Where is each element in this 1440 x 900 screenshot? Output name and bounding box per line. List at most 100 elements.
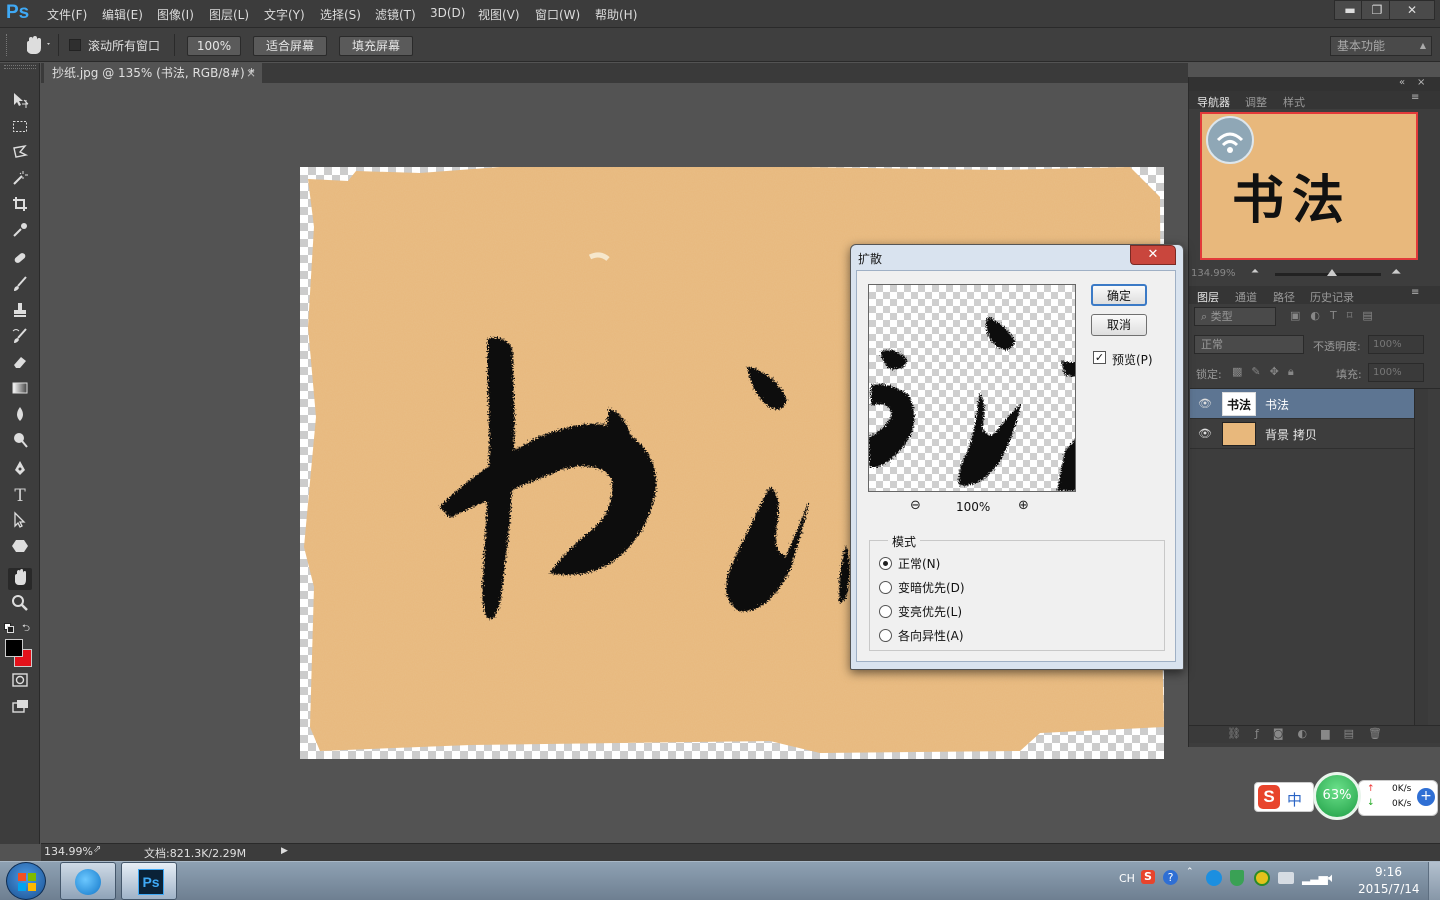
layer-actions-icons[interactable]: ⛓ƒ◙◐▆▤🗑︎ <box>1227 727 1396 740</box>
tray-signal-icon[interactable]: ▂▃▅ <box>1302 871 1328 885</box>
tab-channels[interactable]: 通道 <box>1235 289 1257 305</box>
fill-screen-button[interactable]: 填充屏幕 <box>339 36 413 56</box>
preview-checkbox[interactable]: ✓ <box>1093 351 1106 364</box>
plus-icon[interactable]: + <box>1417 788 1435 806</box>
navigator-thumbnail[interactable]: 书法 <box>1200 112 1418 260</box>
tray-volume-icon[interactable]: 🔈︎ <box>1328 871 1336 886</box>
ime-lang[interactable]: 中 <box>1287 789 1302 810</box>
cancel-button[interactable]: 取消 <box>1091 314 1147 336</box>
navigator-zoom-thumb[interactable] <box>1327 269 1337 276</box>
menu-edit[interactable]: 编辑(E) <box>102 6 143 23</box>
close-window-button[interactable]: ✕ <box>1389 0 1435 20</box>
menu-layer[interactable]: 图层(L) <box>209 6 249 23</box>
tray-date[interactable]: 2015/7/14 <box>1358 882 1420 896</box>
layer-row-background-copy[interactable]: 👁︎ 背景 拷贝 <box>1190 419 1414 449</box>
swap-colors-icon[interactable]: ⮌ <box>22 621 34 634</box>
tool-preset-picker[interactable] <box>22 34 52 56</box>
dodge-tool-icon[interactable] <box>8 431 32 453</box>
menu-window[interactable]: 窗口(W) <box>535 6 580 23</box>
tab-layers[interactable]: 图层 <box>1197 289 1219 305</box>
menu-select[interactable]: 选择(S) <box>320 6 361 23</box>
layer-filter-select[interactable]: ⌕ 类型 <box>1194 307 1276 326</box>
tray-help-icon[interactable]: ? <box>1163 870 1178 885</box>
tools-grip[interactable] <box>4 65 36 69</box>
close-dock-icon[interactable]: × <box>1417 77 1425 88</box>
export-icon[interactable]: ⇗ <box>93 844 101 855</box>
radio-button[interactable] <box>879 605 892 618</box>
zoom-tool-icon[interactable] <box>8 594 32 616</box>
zoom-in-mountain-icon[interactable]: ⏶ <box>1391 265 1401 280</box>
dialog-close-button[interactable]: ✕ <box>1130 245 1176 265</box>
type-tool-icon[interactable]: T <box>8 485 32 507</box>
crop-tool-icon[interactable] <box>8 195 32 217</box>
mode-darken-option[interactable]: 变暗优先(D) <box>879 579 965 595</box>
opacity-field[interactable]: 100% <box>1368 335 1424 354</box>
layer-name[interactable]: 背景 拷贝 <box>1265 426 1317 443</box>
menu-view[interactable]: 视图(V) <box>478 6 520 23</box>
taskbar-browser-button[interactable] <box>60 862 116 900</box>
memory-ball[interactable]: 63% <box>1313 772 1361 820</box>
radio-button[interactable] <box>879 629 892 642</box>
scroll-all-windows-checkbox[interactable] <box>69 39 81 51</box>
clone-stamp-tool-icon[interactable] <box>8 301 32 323</box>
pen-tool-icon[interactable] <box>8 459 32 481</box>
start-button[interactable] <box>6 862 46 900</box>
menu-3d[interactable]: 3D(D) <box>430 6 465 20</box>
options-grip[interactable] <box>6 34 10 56</box>
brush-tool-icon[interactable] <box>8 275 32 297</box>
eye-icon[interactable]: 👁︎ <box>1198 427 1212 440</box>
path-selection-tool-icon[interactable] <box>8 511 32 533</box>
blur-tool-icon[interactable] <box>8 405 32 427</box>
quick-mask-icon[interactable] <box>8 671 32 693</box>
tab-styles[interactable]: 样式 <box>1283 94 1305 110</box>
tray-network-icon[interactable] <box>1206 870 1222 886</box>
layer-row-calligraphy[interactable]: 👁︎ 书法 书法 <box>1190 389 1414 419</box>
gradient-tool-icon[interactable] <box>8 379 32 401</box>
menu-help[interactable]: 帮助(H) <box>595 6 637 23</box>
mode-lighten-option[interactable]: 变亮优先(L) <box>879 603 962 619</box>
panel-menu-icon[interactable]: ≡ <box>1411 92 1419 103</box>
eraser-tool-icon[interactable] <box>8 353 32 375</box>
marquee-tool-icon[interactable] <box>8 117 32 139</box>
collapse-dock-icon[interactable]: « <box>1399 77 1405 88</box>
radio-button[interactable] <box>879 557 892 570</box>
menu-image[interactable]: 图像(I) <box>157 6 194 23</box>
hand-tool-icon[interactable] <box>8 568 32 590</box>
tray-shield-icon[interactable] <box>1230 870 1244 886</box>
radio-button[interactable] <box>879 581 892 594</box>
tray-lang[interactable]: CH <box>1119 872 1135 885</box>
fit-screen-button[interactable]: 适合屏幕 <box>253 36 327 56</box>
ime-toolbar[interactable]: S 中 <box>1254 782 1314 812</box>
status-menu-arrow-icon[interactable]: ▶ <box>281 846 288 856</box>
eye-icon[interactable]: 👁︎ <box>1198 397 1212 410</box>
eyedropper-tool-icon[interactable] <box>8 221 32 243</box>
mode-normal-option[interactable]: 正常(N) <box>879 555 940 571</box>
zoom-out-mountain-icon[interactable]: ⏶ <box>1251 266 1259 277</box>
tab-history[interactable]: 历史记录 <box>1310 289 1354 305</box>
zoom-100-button[interactable]: 100% <box>187 36 241 56</box>
show-desktop-button[interactable] <box>1428 862 1440 900</box>
move-tool-icon[interactable] <box>8 91 32 113</box>
mode-anisotropic-option[interactable]: 各向异性(A) <box>879 627 964 643</box>
layers-scrollbar[interactable] <box>1414 389 1428 725</box>
navigator-zoom-value[interactable]: 134.99% <box>1191 268 1236 279</box>
document-tab-close-icon[interactable]: × <box>246 63 256 83</box>
screen-mode-icon[interactable] <box>8 697 32 719</box>
tray-device-icon[interactable] <box>1278 872 1294 884</box>
tray-time[interactable]: 9:16 <box>1375 865 1402 879</box>
workspace-select[interactable]: 基本功能 ▲ <box>1330 36 1432 56</box>
menu-file[interactable]: 文件(F) <box>47 6 87 23</box>
filter-preview[interactable] <box>868 284 1076 492</box>
lock-icons[interactable]: ▩✎✥🔒︎ <box>1232 365 1303 379</box>
ok-button[interactable]: 确定 <box>1091 284 1147 306</box>
menu-filter[interactable]: 滤镜(T) <box>375 6 416 23</box>
blend-mode-select[interactable]: 正常 <box>1194 335 1304 354</box>
fill-field[interactable]: 100% <box>1368 363 1424 382</box>
foreground-color-swatch[interactable] <box>5 639 23 657</box>
default-colors-icon[interactable] <box>4 622 14 633</box>
taskbar-photoshop-button[interactable]: Ps <box>121 862 177 900</box>
layer-name[interactable]: 书法 <box>1265 396 1289 413</box>
layers-panel-menu-icon[interactable]: ≡ <box>1411 287 1419 298</box>
tab-paths[interactable]: 路径 <box>1273 289 1295 305</box>
history-brush-tool-icon[interactable] <box>8 327 32 349</box>
